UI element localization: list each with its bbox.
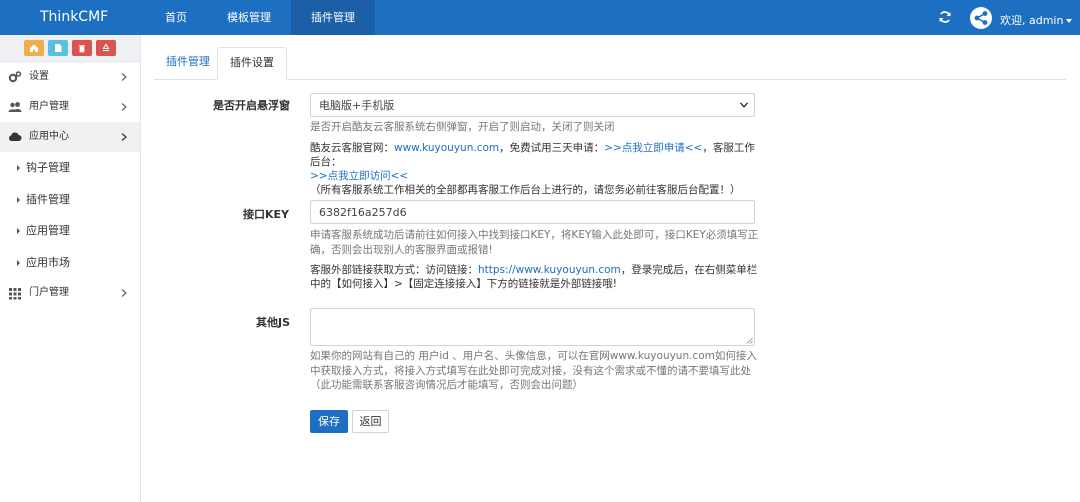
float-window-select[interactable]: 电脑版+手机版 [310, 93, 755, 117]
chevron-right-icon [121, 73, 127, 81]
float-window-label: 是否开启悬浮窗 [213, 99, 290, 112]
back-button[interactable]: 返回 [352, 410, 389, 433]
user-greeting: 欢迎, admin [1000, 14, 1064, 27]
caret-right-icon [17, 228, 20, 234]
brand-logo[interactable]: ThinkCMF [40, 9, 108, 25]
other-js-textarea[interactable] [310, 308, 755, 346]
sidebar-subitem-hooks[interactable]: 钩子管理 [0, 152, 140, 184]
api-key-input[interactable]: 6382f16a257d6 [310, 200, 755, 224]
sidebar: 设置 用户管理 应用中心 钩子管理 插件管理 应用管理 应用市场 门户管理 [0, 35, 141, 502]
resize-grip-icon[interactable] [746, 337, 753, 344]
gear-icon [8, 71, 22, 83]
note-text: （所有客服系统工作相关的全部都再客服工作后台上进行的，请您务必前往客服后台配置！… [310, 184, 741, 196]
tab-plugin-management[interactable]: 插件管理 [154, 47, 222, 80]
float-window-value: 电脑版+手机版 [319, 99, 395, 112]
caret-right-icon [17, 196, 20, 203]
nav-templates[interactable]: 模板管理 [207, 0, 291, 35]
save-button[interactable]: 保存 [310, 410, 348, 433]
sidebar-item-users[interactable]: 用户管理 [0, 92, 140, 122]
sidebar-item-label: 门户管理 [29, 287, 69, 298]
sidebar-subitem-label: 插件管理 [26, 192, 70, 206]
sidebar-subitem-label: 钩子管理 [26, 161, 70, 174]
sidebar-subitem-label: 应用管理 [26, 224, 70, 237]
float-window-note: 酷友云客服官网：www.kuyouyun.com，免费试用三天申请：>>点我立即… [310, 141, 765, 197]
sidebar-subitem-plugins[interactable]: 插件管理 [0, 184, 140, 216]
chevron-right-icon [121, 133, 127, 141]
api-key-note: 客服外部链接获取方式：访问链接：https://www.kuyouyun.com… [310, 263, 765, 291]
note-text: 酷友云客服官网： [310, 142, 394, 154]
refresh-icon[interactable] [938, 10, 952, 24]
top-navbar: ThinkCMF 首页 模板管理 插件管理 欢迎, admin [0, 0, 1080, 35]
sidebar-shortcuts [0, 35, 140, 62]
users-icon [8, 102, 22, 112]
kuyouyun-site-link[interactable]: www.kuyouyun.com [394, 142, 499, 154]
caret-down-icon [1066, 19, 1073, 23]
api-key-label: 接口KEY [242, 208, 289, 221]
shortcut-home-button[interactable] [24, 40, 44, 56]
caret-right-icon [17, 165, 20, 171]
shortcut-trash-button[interactable] [72, 40, 92, 56]
note-text: ，免费试用三天申请： [499, 142, 605, 154]
file-icon [55, 44, 62, 52]
chevron-down-icon [740, 102, 748, 108]
sidebar-item-label: 应用中心 [29, 131, 69, 142]
share-icon [974, 11, 988, 25]
trash-icon [79, 45, 85, 53]
float-window-help: 是否开启酷友云客服系统右侧弹窗，开启了则启动，关闭了则关闭 [310, 121, 615, 133]
other-js-help: 如果你的网站有自己的 用户id 、用户名、头像信息，可以在官网www.kuyou… [310, 350, 757, 391]
top-nav: 首页 模板管理 插件管理 [145, 0, 375, 35]
avatar[interactable] [970, 7, 992, 29]
visit-now-link[interactable]: >>点我立即访问<< [310, 170, 408, 182]
caret-right-icon [17, 259, 20, 266]
tab-plugin-settings[interactable]: 插件设置 [217, 47, 287, 81]
recycle-icon [102, 43, 110, 52]
cloud-icon [9, 132, 22, 141]
sidebar-subitem-apps[interactable]: 应用管理 [0, 215, 140, 247]
sidebar-item-app-center[interactable]: 应用中心 [0, 122, 140, 152]
shortcut-recycle-button[interactable] [96, 40, 116, 56]
sidebar-subitem-app-market[interactable]: 应用市场 [0, 247, 140, 279]
sidebar-item-settings[interactable]: 设置 [0, 62, 140, 92]
chevron-right-icon [121, 289, 127, 297]
user-menu[interactable]: 欢迎, admin [1000, 12, 1073, 28]
other-js-label: 其他JS [255, 316, 290, 329]
nav-plugins[interactable]: 插件管理 [291, 0, 375, 35]
tab-bar: 插件管理 插件设置 [154, 47, 1066, 81]
grid-icon [9, 288, 21, 300]
shortcut-file-button[interactable] [48, 40, 68, 56]
chevron-right-icon [121, 103, 127, 111]
note-text: 客服外部链接获取方式：访问链接： [310, 264, 478, 276]
nav-home[interactable]: 首页 [145, 0, 207, 35]
sidebar-item-portal[interactable]: 门户管理 [0, 278, 140, 308]
apply-now-link[interactable]: >>点我立即申请<< [604, 142, 702, 154]
sidebar-item-label: 用户管理 [29, 101, 69, 112]
sidebar-item-label: 设置 [29, 71, 49, 82]
main-content: 插件管理 插件设置 是否开启悬浮窗 电脑版+手机版 是否开启酷友云客服系统右侧弹… [141, 35, 1080, 502]
api-key-value: 6382f16a257d6 [319, 205, 407, 219]
sidebar-subitem-label: 应用市场 [26, 255, 70, 269]
kuyouyun-url-link[interactable]: https://www.kuyouyun.com [478, 264, 621, 276]
home-icon [30, 44, 38, 52]
api-key-help: 申请客服系统成功后请前往如何接入中找到接口KEY，将KEY输入此处即可，接口KE… [310, 229, 759, 256]
